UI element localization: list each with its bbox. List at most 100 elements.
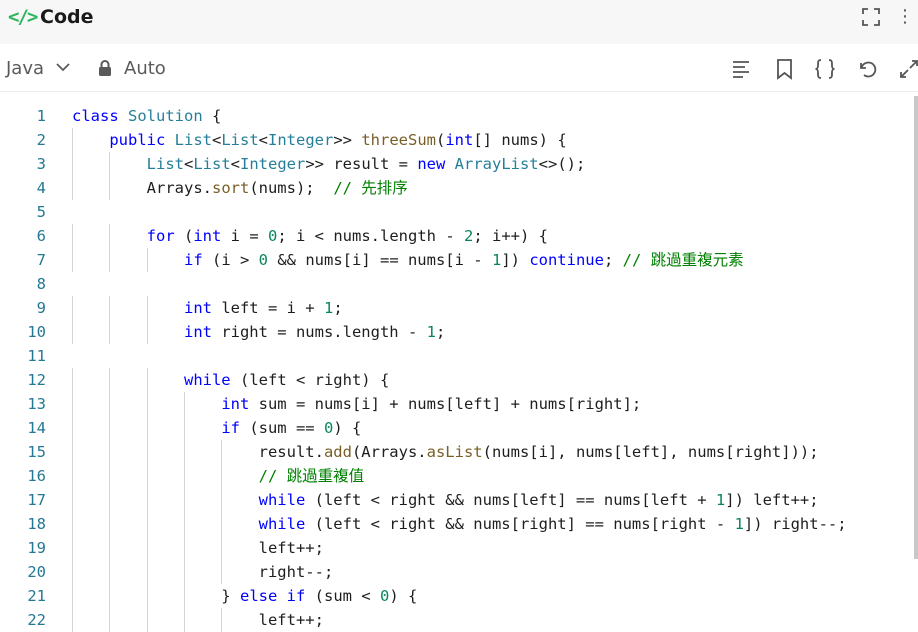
code-line[interactable]: 17 while (left < right && nums[left] == … (0, 488, 918, 512)
code-token: ) { (389, 587, 418, 605)
code-line[interactable]: 19 left++; (0, 536, 918, 560)
line-number: 2 (36, 131, 46, 149)
mode-label[interactable]: Auto (124, 58, 166, 79)
line-number: 20 (27, 563, 46, 581)
code-token: (left < right && nums[left] == nums[left… (305, 491, 716, 509)
bookmark-icon[interactable] (774, 58, 796, 80)
code-token: ; (603, 251, 623, 269)
line-number: 1 (36, 107, 46, 125)
code-text: class Solution { (72, 104, 221, 128)
code-token: (nums); (249, 179, 334, 197)
line-number: 7 (36, 251, 46, 269)
vertical-scrollbar[interactable] (914, 96, 918, 559)
lock-icon (99, 60, 111, 76)
indent-guide (72, 440, 73, 464)
line-number: 5 (36, 203, 46, 221)
indent-guide (72, 296, 73, 320)
code-line[interactable]: 12 while (left < right) { (0, 368, 918, 392)
indent-guide (146, 320, 148, 344)
editor-toolbar: Java Auto (0, 44, 918, 92)
code-line[interactable]: 2 public List<List<Integer>> threeSum(in… (0, 128, 918, 152)
expand-icon[interactable] (898, 58, 918, 80)
code-token: if (286, 587, 306, 605)
code-line[interactable]: 6 for (int i = 0; i < nums.length - 2; i… (0, 224, 918, 248)
code-token: public (109, 131, 166, 149)
code-editor[interactable]: 1 class Solution {2 public List<List<Inte… (0, 104, 918, 632)
indent-guide (221, 560, 223, 584)
code-token: while (258, 491, 306, 509)
code-token: int (221, 395, 250, 413)
code-text: int left = i + 1; (72, 296, 343, 320)
code-line[interactable]: 5 (0, 200, 918, 224)
indent-guide (72, 368, 73, 392)
code-token: < (258, 131, 269, 149)
indent-guide (72, 608, 73, 632)
code-line[interactable]: 22 left++; (0, 608, 918, 632)
undo-icon[interactable] (856, 58, 878, 80)
more-options-icon[interactable]: ⋮ (896, 6, 914, 27)
line-number: 16 (27, 467, 46, 485)
indent-guide (146, 464, 148, 488)
indent-guide (109, 224, 111, 248)
code-line[interactable]: 7 if (i > 0 && nums[i] == nums[i - 1]) c… (0, 248, 918, 272)
code-token: int (183, 299, 212, 317)
code-line[interactable]: 15 result.add(Arrays.asList(nums[i], num… (0, 440, 918, 464)
indent-guide (183, 488, 185, 512)
braces-icon[interactable] (814, 58, 836, 80)
code-token: >> (333, 131, 362, 149)
indent-guide (146, 416, 148, 440)
code-line[interactable]: 3 List<List<Integer>> result = new Array… (0, 152, 918, 176)
indent-guide (72, 512, 73, 536)
indent-guide (146, 584, 148, 608)
line-number: 14 (27, 419, 46, 437)
code-line[interactable]: 20 right--; (0, 560, 918, 584)
code-line[interactable]: 21 } else if (sum < 0) { (0, 584, 918, 608)
code-token: right--; (72, 563, 334, 581)
code-token: ArrayList (454, 155, 539, 173)
code-token: ]) left++; (725, 491, 819, 509)
code-line[interactable]: 9 int left = i + 1; (0, 296, 918, 320)
code-line[interactable]: 14 if (sum == 0) { (0, 416, 918, 440)
indent-guide (72, 176, 73, 200)
code-token: (nums[i], nums[left], nums[right])); (482, 443, 819, 461)
code-line[interactable]: 11 (0, 344, 918, 368)
code-token: List (221, 131, 259, 149)
code-token: sort (211, 179, 250, 197)
indent-guide (183, 560, 185, 584)
code-line[interactable]: 4 Arrays.sort(nums); // 先排序 (0, 176, 918, 200)
code-line[interactable]: 13 int sum = nums[i] + nums[left] + nums… (0, 392, 918, 416)
code-token: 1 (734, 515, 744, 533)
code-line[interactable]: 1 class Solution { (0, 104, 918, 128)
code-token: if (221, 419, 240, 437)
indent-guide (221, 488, 223, 512)
code-text: right--; (72, 560, 334, 584)
indent-guide (109, 536, 111, 560)
indent-guide (183, 584, 185, 608)
line-number: 10 (27, 323, 46, 341)
code-text: // 跳過重複值 (72, 464, 365, 488)
code-line[interactable]: 16 // 跳過重複值 (0, 464, 918, 488)
format-lines-icon[interactable] (731, 58, 753, 80)
indent-guide (72, 320, 73, 344)
code-token: >> result = (305, 155, 418, 173)
code-line[interactable]: 10 int right = nums.length - 1; (0, 320, 918, 344)
code-token: ; i < nums.length - (277, 227, 464, 245)
code-token: threeSum (361, 131, 436, 149)
code-line[interactable]: 8 (0, 272, 918, 296)
chevron-down-icon[interactable] (56, 62, 70, 72)
code-text: if (sum == 0) { (72, 416, 361, 440)
fullscreen-icon[interactable] (862, 8, 880, 26)
code-token: for (146, 227, 175, 245)
code-line[interactable]: 18 while (left < right && nums[right] ==… (0, 512, 918, 536)
language-select[interactable]: Java (6, 58, 44, 79)
indent-guide (146, 368, 148, 392)
indent-guide (109, 248, 111, 272)
indent-guide (183, 440, 185, 464)
code-text: Arrays.sort(nums); // 先排序 (72, 176, 408, 200)
